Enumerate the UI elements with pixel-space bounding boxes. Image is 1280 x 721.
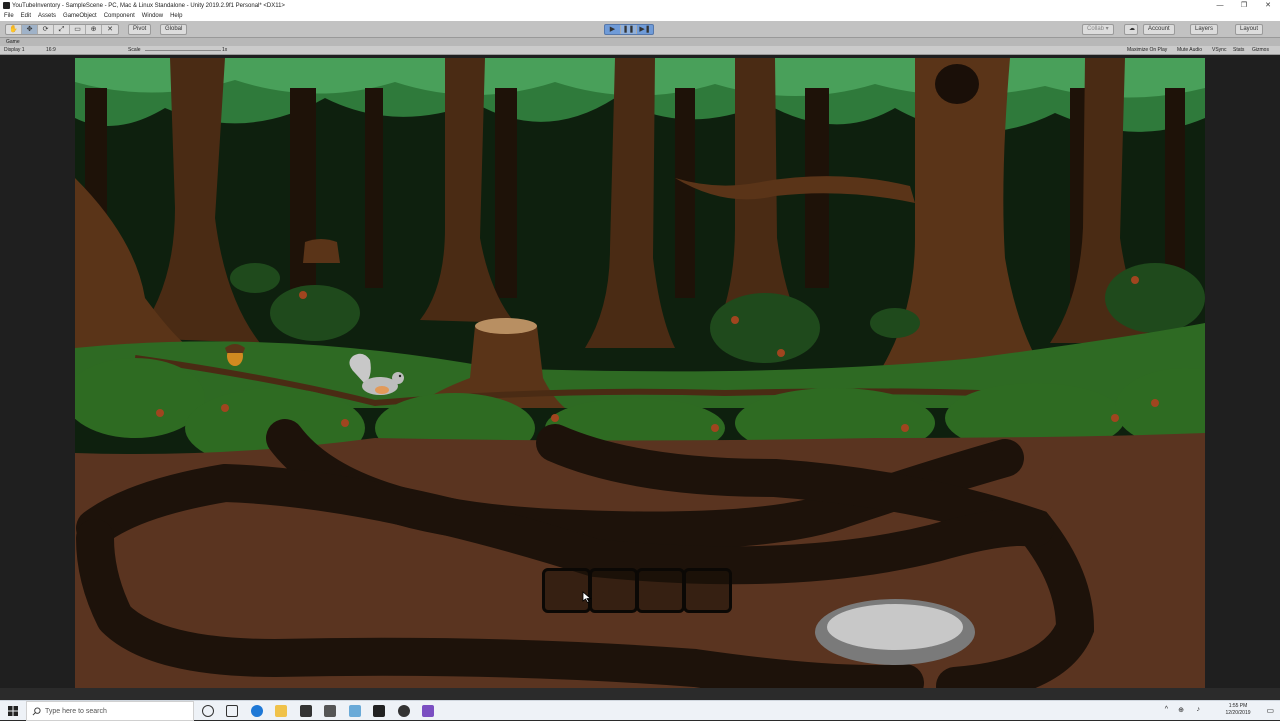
scale-label: Scale bbox=[128, 47, 141, 53]
custom-tool-icon[interactable]: ✕ bbox=[102, 25, 118, 34]
taskbar-search-box[interactable]: Type here to search bbox=[26, 701, 194, 721]
menu-assets[interactable]: Assets bbox=[38, 13, 56, 19]
layout-dropdown[interactable]: Layout bbox=[1235, 24, 1264, 35]
global-toggle[interactable]: Global bbox=[160, 24, 188, 35]
editor-toolbar: ✋ ✥ ⟳ ⤢ ▭ ⊕ ✕ Pivot Global ▶ ❚❚ ▶❚ Colla… bbox=[0, 21, 1280, 38]
search-icon bbox=[32, 707, 41, 716]
app-icon[interactable] bbox=[349, 705, 361, 717]
windows-taskbar: Type here to search ^ ⊕ ♪ 1:55 PM 12/20/… bbox=[0, 700, 1280, 721]
inventory-slot[interactable] bbox=[636, 568, 685, 613]
visual-studio-icon[interactable] bbox=[422, 705, 434, 717]
rotate-tool-icon[interactable]: ⟳ bbox=[38, 25, 54, 34]
step-button-icon[interactable]: ▶❚ bbox=[637, 25, 653, 34]
windows-start-icon[interactable] bbox=[0, 701, 26, 721]
aspect-dropdown[interactable]: 16:9 bbox=[46, 47, 56, 54]
display-dropdown[interactable]: Display 1 bbox=[4, 47, 25, 54]
game-tab-bar: Game bbox=[0, 38, 1280, 46]
transform-tools: ✋ ✥ ⟳ ⤢ ▭ ⊕ ✕ bbox=[5, 24, 119, 35]
task-view-icon[interactable] bbox=[226, 705, 238, 717]
close-button[interactable]: ✕ bbox=[1256, 0, 1280, 11]
menu-window[interactable]: Window bbox=[142, 13, 163, 19]
window-title-bar: YouTubeInventory - SampleScene - PC, Mac… bbox=[0, 0, 1280, 11]
clock-time: 1:55 PM bbox=[1228, 703, 1248, 709]
pause-button-icon[interactable]: ❚❚ bbox=[621, 25, 637, 34]
window-controls: — ❐ ✕ bbox=[1208, 0, 1280, 11]
scale-slider[interactable] bbox=[145, 50, 221, 51]
play-button-icon[interactable]: ▶ bbox=[605, 25, 621, 34]
menu-file[interactable]: File bbox=[4, 13, 14, 19]
notification-icon[interactable]: ▭ bbox=[1266, 706, 1274, 715]
scale-value: 1x bbox=[222, 47, 228, 53]
tab-game[interactable]: Game bbox=[6, 39, 20, 45]
edge-browser-icon[interactable] bbox=[251, 705, 263, 717]
unity-logo-icon bbox=[3, 2, 10, 9]
network-icon[interactable]: ⊕ bbox=[1178, 706, 1184, 714]
menu-gameobject[interactable]: GameObject bbox=[63, 13, 97, 19]
scale-tool-icon[interactable]: ⤢ bbox=[54, 25, 70, 34]
mute-audio-toggle[interactable]: Mute Audio bbox=[1177, 47, 1202, 54]
maximize-button[interactable]: ❐ bbox=[1232, 0, 1256, 11]
play-controls: ▶ ❚❚ ▶❚ bbox=[604, 24, 654, 35]
maximize-on-play-toggle[interactable]: Maximize On Play bbox=[1127, 47, 1167, 54]
menu-edit[interactable]: Edit bbox=[21, 13, 31, 19]
vsync-toggle[interactable]: VSync bbox=[1212, 47, 1226, 54]
hand-tool-icon[interactable]: ✋ bbox=[6, 25, 22, 34]
game-view-controls: Display 1 16:9 Scale 1x Maximize On Play… bbox=[0, 46, 1280, 55]
mouse-cursor-icon bbox=[582, 591, 592, 603]
move-tool-icon[interactable]: ✥ bbox=[22, 25, 38, 34]
transform-tool-icon[interactable]: ⊕ bbox=[86, 25, 102, 34]
volume-icon[interactable]: ♪ bbox=[1197, 706, 1201, 713]
mail-icon[interactable] bbox=[324, 705, 336, 717]
account-dropdown[interactable]: Account bbox=[1143, 24, 1175, 35]
tray-chevron-icon[interactable]: ^ bbox=[1165, 706, 1168, 713]
menu-bar: File Edit Assets GameObject Component Wi… bbox=[0, 11, 1280, 21]
menu-help[interactable]: Help bbox=[170, 13, 182, 19]
stats-toggle[interactable]: Stats bbox=[1233, 47, 1244, 54]
gizmos-dropdown[interactable]: Gizmos bbox=[1252, 47, 1269, 54]
menu-component[interactable]: Component bbox=[104, 13, 135, 19]
cortana-icon[interactable] bbox=[202, 705, 214, 717]
rect-tool-icon[interactable]: ▭ bbox=[70, 25, 86, 34]
file-explorer-icon[interactable] bbox=[275, 705, 287, 717]
pivot-toggle[interactable]: Pivot bbox=[128, 24, 152, 35]
inventory-slot[interactable] bbox=[683, 568, 732, 613]
layers-dropdown[interactable]: Layers bbox=[1190, 24, 1219, 35]
cloud-icon[interactable]: ☁ bbox=[1124, 24, 1138, 35]
unity-hub-icon[interactable] bbox=[398, 705, 410, 717]
search-placeholder: Type here to search bbox=[45, 708, 107, 715]
taskbar-clock[interactable]: 1:55 PM 12/20/2019 bbox=[1220, 703, 1256, 717]
clock-date: 12/20/2019 bbox=[1225, 710, 1251, 716]
minimize-button[interactable]: — bbox=[1208, 0, 1232, 11]
window-title: YouTubeInventory - SampleScene - PC, Mac… bbox=[12, 2, 285, 9]
inventory-bar bbox=[542, 568, 737, 613]
inventory-slot[interactable] bbox=[589, 568, 638, 613]
collab-button[interactable]: Collab ▾ bbox=[1082, 24, 1114, 35]
unity-taskbar-icon[interactable] bbox=[373, 705, 385, 717]
store-icon[interactable] bbox=[300, 705, 312, 717]
